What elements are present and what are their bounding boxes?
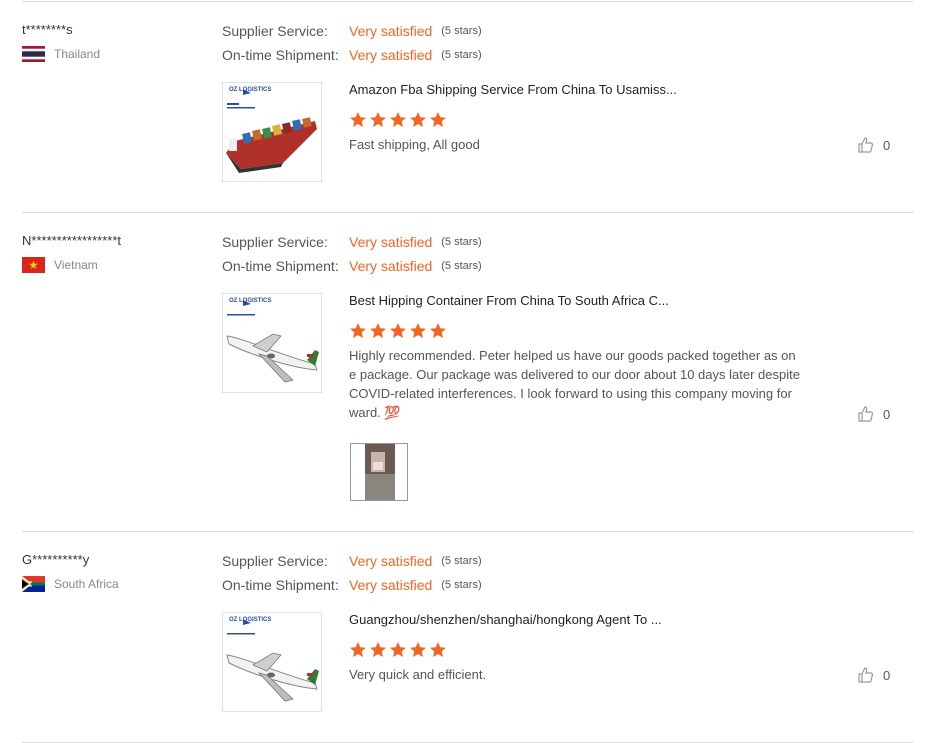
package-photo-image <box>351 444 407 500</box>
supplier-service-value: Very satisfied <box>349 23 433 39</box>
country-name: Thailand <box>54 47 101 61</box>
south-africa-flag-icon <box>22 576 45 592</box>
product-title-link[interactable]: Amazon Fba Shipping Service From China T… <box>349 82 677 97</box>
ontime-shipment-value: Very satisfied <box>349 47 433 63</box>
supplier-service-rating: Supplier Service: Very satisfied (5 star… <box>222 233 482 251</box>
star-icon <box>430 112 446 127</box>
star-icon <box>410 112 426 127</box>
supplier-service-label: Supplier Service: <box>222 23 328 39</box>
buyer-name: t********s <box>22 22 73 37</box>
star-icon <box>390 642 406 657</box>
airplane-image <box>226 300 319 383</box>
star-icon <box>350 112 366 127</box>
star-icon <box>430 642 446 657</box>
review-comment: Very quick and efficient. <box>349 667 487 682</box>
like-button[interactable]: 0 <box>857 405 890 423</box>
star-icon <box>390 323 406 338</box>
product-rating <box>349 111 447 129</box>
star-icon <box>390 112 406 127</box>
like-count: 0 <box>883 137 891 153</box>
ontime-shipment-label: On-time Shipment: <box>222 47 339 63</box>
supplier-service-stars: (5 stars) <box>441 236 482 248</box>
cargo-ship-image <box>226 89 317 173</box>
star-icon <box>350 642 366 657</box>
logo-text: OZ LOGISTICS <box>229 298 272 304</box>
country-name: Vietnam <box>54 258 98 272</box>
star-icon <box>430 323 446 338</box>
ontime-shipment-rating: On-time Shipment: Very satisfied (5 star… <box>222 257 482 275</box>
like-count: 0 <box>883 406 891 422</box>
product-title-link[interactable]: Best Hipping Container From China To Sou… <box>349 293 669 308</box>
logo-text: OZ LOGISTICS <box>229 87 272 93</box>
ontime-shipment-stars: (5 stars) <box>441 49 482 61</box>
star-icon <box>370 642 386 657</box>
review-comment: Highly recommended. Peter helped us have… <box>349 348 800 420</box>
thumbs-up-icon <box>858 406 874 422</box>
like-count: 0 <box>883 667 891 683</box>
ontime-shipment-label: On-time Shipment: <box>222 258 339 274</box>
supplier-service-value: Very satisfied <box>349 553 433 569</box>
supplier-service-stars: (5 stars) <box>441 25 482 37</box>
logo-text: OZ LOGISTICS <box>229 617 272 623</box>
star-icon <box>350 323 366 338</box>
divider-1 <box>22 212 913 213</box>
buyer-country: Thailand <box>22 46 100 62</box>
ontime-shipment-rating: On-time Shipment: Very satisfied (5 star… <box>222 576 482 594</box>
buyer-country: South Africa <box>22 576 119 592</box>
divider-2 <box>22 531 913 532</box>
divider-top <box>22 1 913 2</box>
star-icon <box>370 112 386 127</box>
supplier-service-label: Supplier Service: <box>222 553 328 569</box>
ontime-shipment-value: Very satisfied <box>349 258 433 274</box>
like-button[interactable]: 0 <box>857 666 890 684</box>
supplier-service-value: Very satisfied <box>349 234 433 250</box>
product-thumbnail[interactable]: OZ LOGISTICS <box>222 82 322 182</box>
vietnam-flag-icon <box>22 257 45 273</box>
airplane-image <box>226 619 319 702</box>
star-icon <box>410 642 426 657</box>
country-name: South Africa <box>54 577 119 591</box>
product-thumbnail[interactable]: OZ LOGISTICS <box>222 293 322 393</box>
product-thumbnail[interactable]: OZ LOGISTICS <box>222 612 322 712</box>
thumbs-up-icon <box>858 667 874 683</box>
product-rating <box>349 322 447 340</box>
thumbs-up-icon <box>858 137 874 153</box>
buyer-name: G**********y <box>22 552 90 567</box>
star-icon <box>410 323 426 338</box>
ontime-shipment-label: On-time Shipment: <box>222 577 339 593</box>
review-comment: Fast shipping, All good <box>349 137 480 152</box>
buyer-name: N*****************t <box>22 233 122 248</box>
ontime-shipment-stars: (5 stars) <box>441 579 482 591</box>
ontime-shipment-stars: (5 stars) <box>441 260 482 272</box>
ontime-shipment-rating: On-time Shipment: Very satisfied (5 star… <box>222 46 482 64</box>
thailand-flag-icon <box>22 46 45 62</box>
star-icon <box>370 323 386 338</box>
supplier-service-rating: Supplier Service: Very satisfied (5 star… <box>222 552 482 570</box>
buyer-country: Vietnam <box>22 257 98 273</box>
like-button[interactable]: 0 <box>857 136 890 154</box>
review-photo[interactable] <box>350 443 408 501</box>
supplier-service-rating: Supplier Service: Very satisfied (5 star… <box>222 22 482 40</box>
product-rating <box>349 641 447 659</box>
product-title-link[interactable]: Guangzhou/shenzhen/shanghai/hongkong Age… <box>349 612 662 627</box>
supplier-service-label: Supplier Service: <box>222 234 328 250</box>
supplier-service-stars: (5 stars) <box>441 555 482 567</box>
ontime-shipment-value: Very satisfied <box>349 577 433 593</box>
